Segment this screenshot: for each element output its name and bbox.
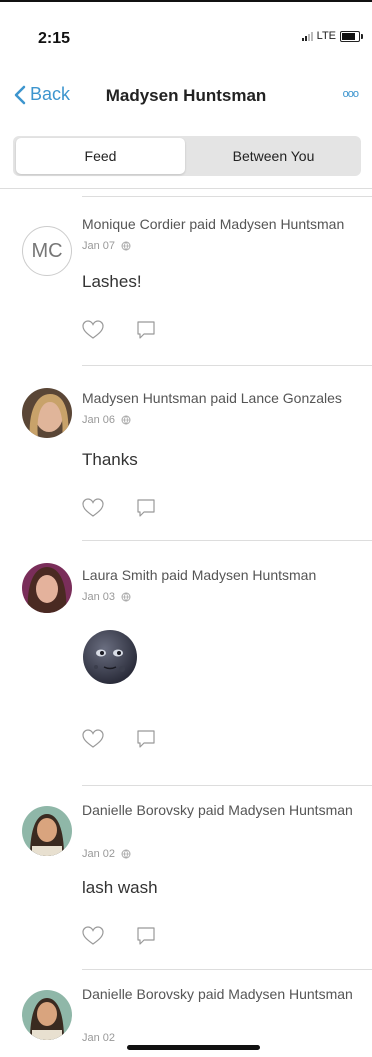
- feed-item[interactable]: Danielle Borovsky paid Madysen Huntsman …: [0, 970, 372, 1057]
- heart-icon: [82, 498, 104, 517]
- feed-item-date: Jan 03: [82, 591, 116, 603]
- feed-item[interactable]: Danielle Borovsky paid Madysen Huntsman …: [0, 786, 372, 970]
- feed-item-actions: [82, 320, 156, 345]
- avatar-photo: [22, 990, 72, 1040]
- back-button[interactable]: Back: [14, 84, 70, 105]
- new-moon-face-emoji: [83, 630, 137, 684]
- avatar-photo: [22, 563, 72, 613]
- globe-icon: [121, 849, 131, 859]
- feed-item-meta: Jan 02: [82, 1032, 115, 1044]
- feed-item-meta: Jan 06: [82, 414, 131, 426]
- feed-item-meta: Jan 07: [82, 240, 131, 252]
- feed-item[interactable]: Laura Smith paid Madysen Huntsman Jan 03: [0, 541, 372, 786]
- feed-item-actions: [82, 926, 156, 951]
- feed-item-note: lash wash: [82, 878, 158, 897]
- feed-item-headline: Laura Smith paid Madysen Huntsman: [82, 567, 317, 583]
- signal-icon: [301, 31, 313, 41]
- feed-item-note: Lashes!: [82, 272, 142, 291]
- feed-item-note: Thanks: [82, 450, 138, 469]
- like-button[interactable]: [82, 926, 104, 951]
- tab-feed[interactable]: Feed: [16, 138, 185, 174]
- feed-item-meta: Jan 02: [82, 848, 131, 860]
- feed-item[interactable]: Madysen Huntsman paid Lance Gonzales Jan…: [0, 366, 372, 541]
- feed-item-headline: Monique Cordier paid Madysen Huntsman: [82, 216, 345, 232]
- feed-item-date: Jan 06: [82, 414, 116, 426]
- comment-icon: [137, 499, 155, 517]
- avatar: [22, 563, 72, 613]
- avatar: [22, 990, 72, 1040]
- network-label: LTE: [316, 30, 336, 42]
- avatar-photo: [22, 806, 72, 856]
- like-button[interactable]: [82, 498, 104, 523]
- feed-item[interactable]: MC Monique Cordier paid Madysen Huntsman…: [0, 196, 372, 366]
- comment-button[interactable]: [136, 498, 156, 523]
- feed-item-meta: Jan 03: [82, 591, 131, 603]
- feed-item-headline: Danielle Borovsky paid Madysen Huntsman: [82, 802, 353, 818]
- heart-icon: [82, 729, 104, 748]
- comment-button[interactable]: [136, 320, 156, 345]
- feed-item-date: Jan 07: [82, 240, 116, 252]
- like-button[interactable]: [82, 729, 104, 754]
- segmented-control: Feed Between You: [13, 136, 361, 176]
- feed-item-date: Jan 02: [82, 848, 116, 860]
- home-indicator: [127, 1045, 260, 1050]
- header-divider: [0, 188, 372, 189]
- battery-icon: [340, 30, 363, 42]
- back-label: Back: [30, 84, 71, 104]
- comment-icon: [137, 321, 155, 339]
- feed-item-date: Jan 02: [82, 1032, 116, 1044]
- more-options-button[interactable]: ooo: [343, 88, 359, 100]
- comment-icon: [137, 730, 155, 748]
- heart-icon: [82, 926, 104, 945]
- status-bar: 2:15 LTE: [0, 0, 372, 60]
- chevron-left-icon: [14, 85, 26, 104]
- comment-button[interactable]: [136, 926, 156, 951]
- comment-button[interactable]: [136, 729, 156, 754]
- tab-between-you[interactable]: Between You: [189, 138, 358, 174]
- avatar: [22, 806, 72, 856]
- status-time: 2:15: [38, 30, 71, 47]
- globe-icon: [121, 415, 131, 425]
- heart-icon: [82, 320, 104, 339]
- feed-item-actions: [82, 729, 156, 754]
- globe-icon: [121, 592, 131, 602]
- feed-item-actions: [82, 498, 156, 523]
- like-button[interactable]: [82, 320, 104, 345]
- avatar: MC: [22, 226, 72, 276]
- status-indicators: LTE: [301, 30, 363, 42]
- comment-icon: [137, 927, 155, 945]
- avatar: [22, 388, 72, 438]
- navigation-bar: Back Madysen Huntsman ooo: [0, 78, 372, 114]
- avatar-photo: [22, 388, 72, 438]
- feed-item-headline: Madysen Huntsman paid Lance Gonzales: [82, 390, 342, 406]
- globe-icon: [121, 241, 131, 251]
- feed-item-headline: Danielle Borovsky paid Madysen Huntsman: [82, 986, 353, 1002]
